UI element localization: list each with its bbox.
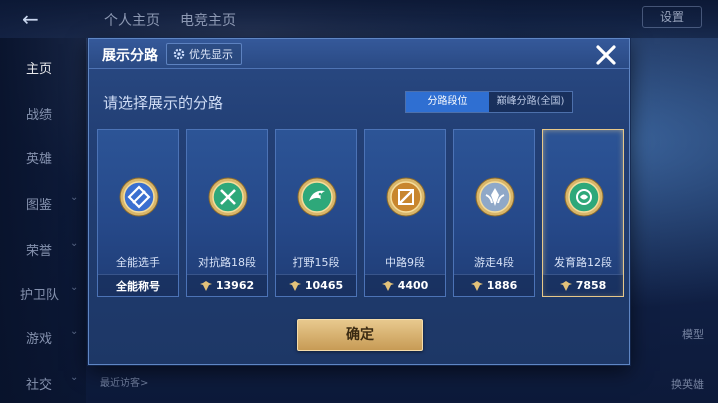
dialog-prompt: 请选择展示的分路 <box>103 94 224 112</box>
sidebar-item-5[interactable]: 护卫队 <box>20 284 59 303</box>
lane-card-value: 7858 <box>575 279 607 292</box>
sidebar-item-1[interactable]: 战绩 <box>26 104 52 123</box>
lane-card-footer: 1886 <box>454 274 534 296</box>
sidebar-item-7[interactable]: 社交 <box>26 374 52 393</box>
lane-card-list: 全能选手 全能称号 对抗路18段 13962 打野15段 10465 中路9段 … <box>97 129 624 297</box>
wing-points-icon <box>559 280 572 291</box>
lane-card[interactable]: 中路9段 4400 <box>364 129 446 297</box>
chevron-down-icon: ⌄ <box>70 282 79 293</box>
lane-card-footer: 13962 <box>187 274 267 296</box>
switch-hero-button[interactable]: 换英雄 <box>671 376 704 392</box>
wing-points-icon <box>470 280 483 291</box>
lane-card-label: 对抗路18段 <box>198 256 256 269</box>
toggle-lane-rank[interactable]: 分路段位 <box>406 92 489 112</box>
lane-card-value: 1886 <box>486 279 518 292</box>
lane-card-label: 游走4段 <box>474 256 514 269</box>
lane-card-value: 10465 <box>304 279 344 292</box>
chevron-down-icon: ⌄ <box>70 192 79 203</box>
lane-card-footer: 全能称号 <box>98 274 178 296</box>
gear-icon <box>173 48 185 60</box>
sidebar-item-3[interactable]: 图鉴 <box>26 194 52 213</box>
jungle-emblem-icon <box>297 177 337 217</box>
sidebar: 主页战绩英雄图鉴 ⌄ 荣誉 ⌄ 护卫队 ⌄ 游戏 ⌄ 社交 ⌄ <box>0 38 86 403</box>
mid-lane-emblem-icon <box>386 177 426 217</box>
lane-card-label: 打野15段 <box>292 256 340 269</box>
wing-points-icon <box>381 280 394 291</box>
lane-card[interactable]: 全能选手 全能称号 <box>97 129 179 297</box>
dialog-title: 展示分路 <box>102 48 158 64</box>
tab-personal-home[interactable]: 个人主页 <box>104 10 160 30</box>
chevron-down-icon: ⌄ <box>70 326 79 337</box>
chevron-down-icon: ⌄ <box>70 238 79 249</box>
all-round-emblem-icon <box>119 177 159 217</box>
lane-card-value: 全能称号 <box>116 279 160 293</box>
display-lane-dialog: 展示分路 优先显示 请选择展示的分路 分路段位 巅峰分路(全国) 全能选手 全能… <box>88 38 630 365</box>
confirm-button[interactable]: 确定 <box>297 319 423 351</box>
sidebar-item-6[interactable]: 游戏 <box>26 328 52 347</box>
priority-display-button[interactable]: 优先显示 <box>166 43 242 65</box>
settings-button[interactable]: 设置 <box>642 6 702 28</box>
lane-card[interactable]: 打野15段 10465 <box>275 129 357 297</box>
clash-lane-emblem-icon <box>208 177 248 217</box>
lane-card-footer: 10465 <box>276 274 356 296</box>
lane-card[interactable]: 发育路12段 7858 <box>542 129 624 297</box>
lane-card-value: 13962 <box>215 279 255 292</box>
lane-card-footer: 4400 <box>365 274 445 296</box>
roam-emblem-icon <box>475 177 515 217</box>
wing-points-icon <box>288 280 301 291</box>
priority-display-label: 优先显示 <box>189 48 233 61</box>
close-icon[interactable] <box>593 42 619 68</box>
sidebar-item-2[interactable]: 英雄 <box>26 148 52 167</box>
lane-card-footer: 7858 <box>543 274 623 296</box>
sidebar-item-4[interactable]: 荣誉 <box>26 240 52 259</box>
lane-card-value: 4400 <box>397 279 429 292</box>
chevron-down-icon: ⌄ <box>70 372 79 383</box>
toggle-peak-lane[interactable]: 巅峰分路(全国) <box>489 92 572 112</box>
model-button[interactable]: 模型 <box>682 326 704 342</box>
wing-points-icon <box>199 280 212 291</box>
lane-card-label: 发育路12段 <box>554 256 612 269</box>
lane-card-label: 全能选手 <box>116 256 160 269</box>
lane-mode-toggle: 分路段位 巅峰分路(全国) <box>405 91 573 113</box>
farm-lane-emblem-icon <box>564 177 604 217</box>
tab-esports-home[interactable]: 电竞主页 <box>180 10 236 30</box>
recent-visitors-link[interactable]: 最近访客> <box>100 374 148 389</box>
lane-card[interactable]: 对抗路18段 13962 <box>186 129 268 297</box>
dialog-header: 展示分路 优先显示 <box>89 39 629 69</box>
lane-card[interactable]: 游走4段 1886 <box>453 129 535 297</box>
lane-card-label: 中路9段 <box>385 256 425 269</box>
top-bar: ← 个人主页 电竞主页 设置 <box>0 0 718 38</box>
sidebar-item-0[interactable]: 主页 <box>26 58 52 77</box>
back-arrow-icon[interactable]: ← <box>22 8 58 30</box>
